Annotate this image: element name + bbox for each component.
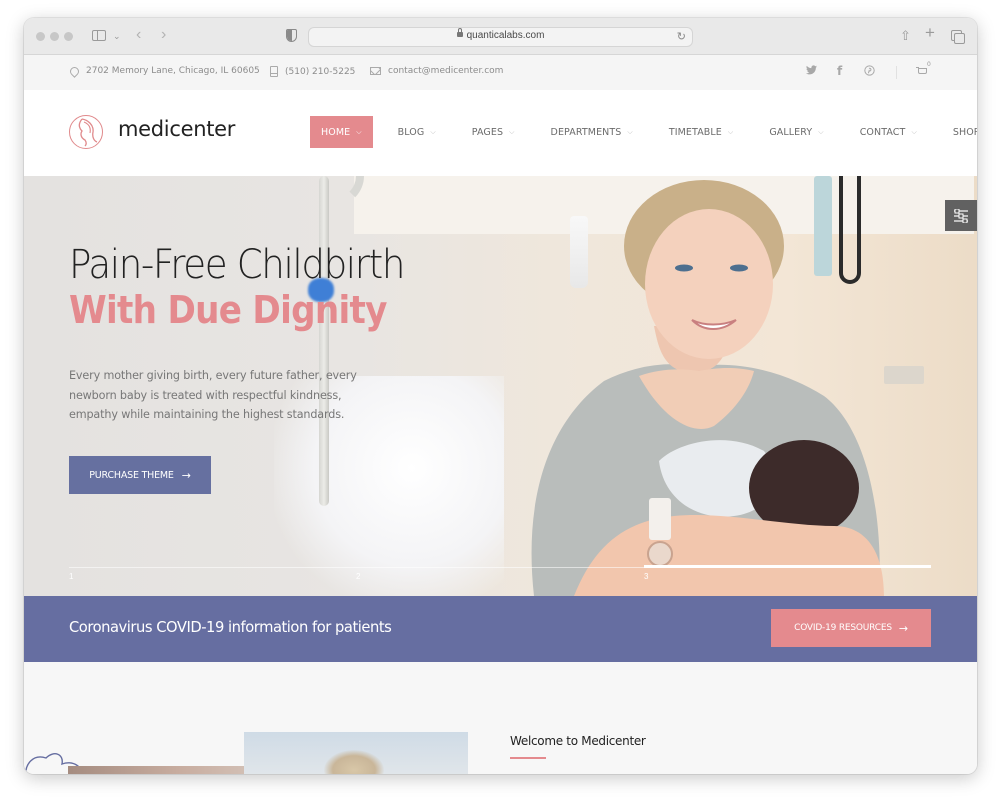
email-text: contact@medicenter.com (388, 66, 504, 76)
nav-pages[interactable]: PAGES ⌵ (461, 116, 526, 148)
browser-window: ⌄ ‹ › quanticalabs.com ↻ ⇧ + 2702 Memory… (24, 18, 977, 774)
nav-shop[interactable]: SHOP⌵ (942, 116, 977, 148)
privacy-shield-icon[interactable] (286, 29, 297, 42)
nav-timetable[interactable]: TIMETABLE ⌵ (658, 116, 745, 148)
close-window-button[interactable] (36, 32, 45, 41)
location-pin-icon (68, 64, 81, 78)
forward-icon[interactable]: › (161, 26, 166, 44)
chevron-down-icon: ⌵ (509, 127, 515, 136)
chevron-down-icon: ⌵ (727, 127, 734, 136)
contact-info-bar: 2702 Memory Lane, Chicago, IL 60605 (510… (24, 55, 977, 90)
zoom-window-button[interactable] (64, 32, 73, 41)
chevron-down-icon: ⌵ (818, 127, 824, 136)
sidebar-icon[interactable] (92, 30, 106, 41)
minimize-window-button[interactable] (50, 32, 59, 41)
welcome-title: Welcome to Medicenter (510, 734, 646, 748)
nav-gallery[interactable]: GALLERY ⌵ (758, 116, 834, 148)
topbar-divider (896, 66, 897, 79)
hero-subtitle: With Due Dignity (69, 288, 387, 332)
address-bar[interactable]: quanticalabs.com ↻ (308, 27, 693, 47)
browser-toolbar: ⌄ ‹ › quanticalabs.com ↻ ⇧ + (24, 18, 977, 55)
twitter-icon[interactable] (806, 65, 817, 78)
site-header: medicenter HOME ⌵ BLOG ⌵ PAGES ⌵ DEPARTMENT… (24, 90, 977, 176)
logo-icon[interactable] (69, 115, 103, 149)
arrow-right-icon: → (181, 468, 191, 482)
reload-icon[interactable]: ↻ (677, 30, 686, 43)
hero-slider: Pain-Free Childbirth With Due Dignity Ev… (24, 176, 977, 596)
chevron-down-icon: ⌵ (627, 127, 633, 136)
covid-banner: Coronavirus COVID-19 information for pat… (24, 596, 977, 662)
hero-bg-iv-pole (319, 176, 329, 506)
nav-home[interactable]: HOME ⌵ (310, 116, 373, 148)
pinterest-icon[interactable] (864, 65, 875, 79)
welcome-image-photo (244, 732, 468, 774)
window-controls (36, 32, 73, 41)
nav-contact[interactable]: CONTACT ⌵ (849, 116, 928, 148)
lock-icon (456, 28, 463, 37)
back-icon[interactable]: ‹ (136, 26, 141, 44)
cart-count-badge: 0 (927, 61, 931, 68)
sliders-icon (954, 208, 968, 223)
slide-indicator-1[interactable]: 1 (69, 572, 73, 581)
chevron-down-icon: ⌵ (430, 127, 436, 136)
welcome-section: Welcome to Medicenter (24, 662, 977, 774)
hero-title: Pain-Free Childbirth (69, 242, 405, 288)
url-text: quanticalabs.com (466, 30, 545, 41)
slide-indicator-2[interactable]: 2 (356, 572, 360, 581)
chevron-down-icon[interactable]: ⌄ (113, 27, 121, 45)
style-settings-button[interactable] (945, 200, 977, 231)
hero-photo-mother-baby (531, 180, 884, 596)
slide-indicator-3[interactable]: 3 (644, 572, 648, 581)
nav-departments[interactable]: DEPARTMENTS ⌵ (540, 116, 644, 148)
tab-overview-icon[interactable] (951, 30, 965, 44)
email-info[interactable]: contact@medicenter.com (370, 66, 503, 76)
facebook-icon[interactable]: f (837, 64, 842, 78)
phone-text: (510) 210-5225 (285, 66, 356, 77)
share-icon[interactable]: ⇧ (900, 27, 911, 45)
chevron-down-icon: ⌵ (356, 127, 362, 136)
chevron-down-icon: ⌵ (911, 127, 917, 136)
new-tab-icon[interactable]: + (925, 24, 935, 42)
phone-info[interactable]: (510) 210-5225 (270, 66, 355, 77)
purchase-theme-button[interactable]: PURCHASE THEME → (69, 456, 211, 494)
address-text: 2702 Memory Lane, Chicago, IL 60605 (86, 66, 260, 76)
address-info: 2702 Memory Lane, Chicago, IL 60605 (68, 64, 260, 78)
slider-progress-bar (644, 565, 931, 568)
nav-blog[interactable]: BLOG ⌵ (387, 116, 447, 148)
arrow-right-icon: → (898, 621, 908, 635)
covid-banner-text: Coronavirus COVID-19 information for pat… (69, 618, 392, 636)
main-navigation: HOME ⌵ BLOG ⌵ PAGES ⌵ DEPARTMENTS ⌵ TIMETABL… (310, 116, 977, 148)
welcome-title-underline (510, 757, 546, 759)
covid-resources-button[interactable]: COVID-19 RESOURCES → (771, 609, 931, 647)
phone-icon (270, 66, 278, 77)
mail-icon (370, 67, 381, 75)
logo-text[interactable]: medicenter (118, 117, 235, 141)
hero-description: Every mother giving birth, every future … (69, 369, 357, 421)
